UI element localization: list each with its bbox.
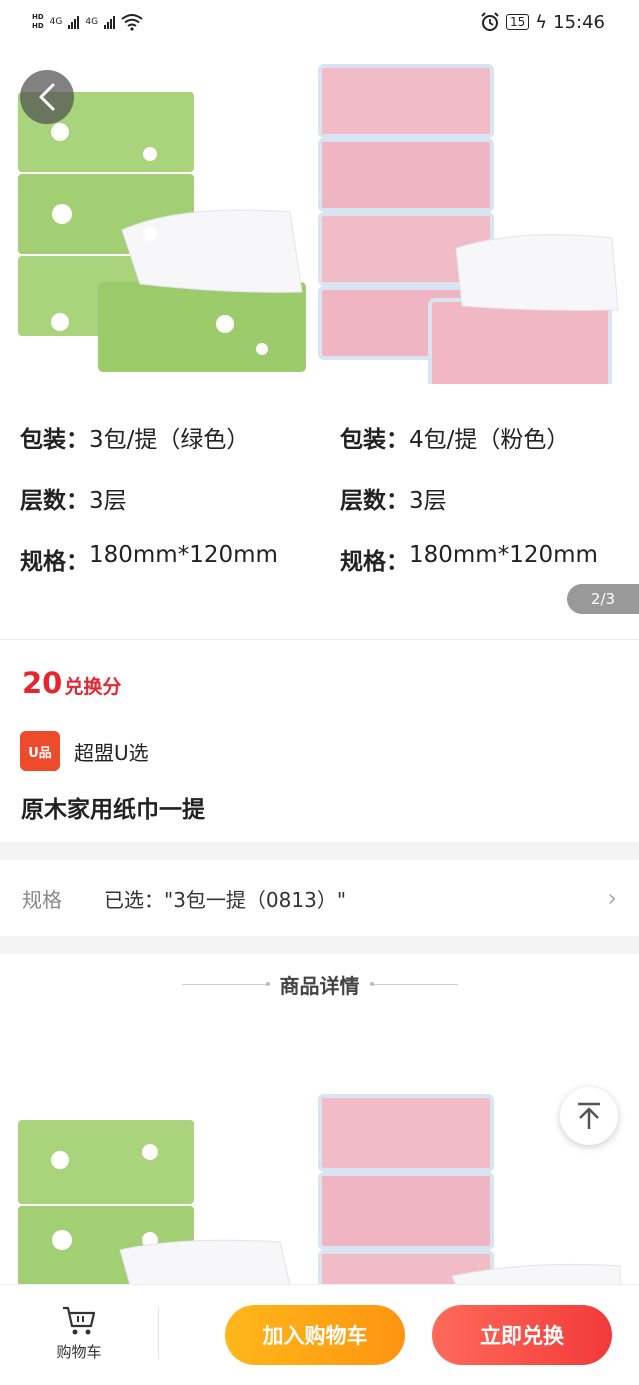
alarm-icon bbox=[481, 12, 499, 31]
store-logo: U品 bbox=[20, 731, 60, 771]
spec-label: 规格： bbox=[20, 549, 89, 575]
store-name: 超盟U选 bbox=[74, 740, 149, 765]
back-button[interactable] bbox=[20, 70, 74, 124]
spec-value: 3层 bbox=[409, 488, 447, 514]
product-image bbox=[18, 64, 619, 384]
spec-layers: 层数： 3层 bbox=[20, 481, 278, 542]
spec-package: 包装： 4包/提（粉色） bbox=[340, 420, 598, 481]
spec-value: 180mm*120mm bbox=[409, 542, 598, 568]
back-to-top-button[interactable] bbox=[560, 1087, 618, 1145]
divider bbox=[158, 1307, 159, 1359]
network-type-2: 4G bbox=[85, 17, 99, 27]
spec-layers: 层数： 3层 bbox=[340, 481, 598, 542]
spec-size: 规格： 180mm*120mm bbox=[20, 542, 278, 603]
spec-label: 包装： bbox=[20, 427, 89, 453]
section-gap bbox=[0, 936, 639, 954]
spec-value: 180mm*120mm bbox=[89, 542, 278, 568]
spec-label: 规格： bbox=[340, 549, 409, 575]
back-arrow-icon bbox=[39, 83, 55, 111]
spec-label: 层数： bbox=[340, 488, 409, 514]
spec-package: 包装： 3包/提（绿色） bbox=[20, 420, 278, 481]
gallery-page-indicator: 2/3 bbox=[567, 584, 639, 614]
charging-icon: ϟ bbox=[535, 11, 548, 33]
divider bbox=[0, 639, 639, 640]
signal-icon bbox=[68, 15, 80, 29]
bottom-action-bar: 购物车 加入购物车 立即兑换 bbox=[0, 1284, 639, 1385]
pink-tissue-pack-illustration bbox=[318, 64, 619, 384]
detail-product-image bbox=[18, 1094, 621, 1285]
points-unit: 兑换分 bbox=[64, 676, 122, 698]
wifi-icon bbox=[121, 14, 143, 31]
spec-value: 4包/提（粉色） bbox=[409, 427, 570, 453]
right-product-specs: 包装： 4包/提（粉色） 层数： 3层 规格： 180mm*120mm bbox=[340, 420, 598, 603]
detail-heading: 商品详情 bbox=[0, 970, 639, 999]
battery-indicator: 15 bbox=[505, 14, 530, 30]
clock: 15:46 bbox=[553, 11, 605, 33]
status-bar: HD HD 4G 4G 15 ϟ 15:46 bbox=[0, 0, 639, 44]
heading-line bbox=[181, 982, 270, 986]
detail-heading-text: 商品详情 bbox=[279, 974, 360, 998]
status-left: HD HD 4G 4G bbox=[32, 13, 143, 31]
product-gallery[interactable]: 包装： 3包/提（绿色） 层数： 3层 规格： 180mm*120mm 包装： 4包/提… bbox=[0, 44, 639, 640]
status-right: 15 ϟ 15:46 bbox=[480, 12, 605, 33]
points-value: 20 bbox=[22, 666, 63, 700]
back-to-top-icon bbox=[578, 1102, 600, 1129]
cart-label: 购物车 bbox=[56, 1343, 102, 1361]
add-to-cart-button[interactable]: 加入购物车 bbox=[225, 1305, 405, 1365]
spec-label: 包装： bbox=[340, 427, 409, 453]
spec-value: 3包/提（绿色） bbox=[89, 427, 250, 453]
cart-icon bbox=[63, 1306, 96, 1335]
points-price: 20 兑换分 bbox=[22, 666, 121, 700]
product-title: 原木家用纸巾一提 bbox=[21, 797, 205, 823]
left-product-specs: 包装： 3包/提（绿色） 层数： 3层 规格： 180mm*120mm bbox=[20, 420, 278, 603]
spec-selector-value: 已选："3包一提（0813）" bbox=[104, 887, 347, 912]
store-info[interactable]: U品 超盟U选 bbox=[20, 731, 149, 771]
detail-image bbox=[0, 1040, 639, 1285]
redeem-now-button[interactable]: 立即兑换 bbox=[432, 1305, 612, 1365]
network-type-1: 4G bbox=[49, 17, 63, 27]
spec-label: 层数： bbox=[20, 488, 89, 514]
hd-icon: HD HD bbox=[32, 13, 44, 30]
spec-value: 3层 bbox=[89, 488, 127, 514]
signal-icon bbox=[104, 15, 116, 29]
spec-selector-label: 规格 bbox=[22, 887, 62, 912]
section-gap bbox=[0, 842, 639, 860]
cart-button[interactable]: 购物车 bbox=[48, 1305, 110, 1362]
chevron-right-icon: › bbox=[607, 884, 617, 912]
spec-size: 规格： 180mm*120mm bbox=[340, 542, 598, 603]
green-tissue-pack-illustration bbox=[18, 92, 306, 372]
spec-selector[interactable]: 规格 已选："3包一提（0813）" › bbox=[0, 860, 639, 936]
heading-line bbox=[369, 982, 458, 986]
